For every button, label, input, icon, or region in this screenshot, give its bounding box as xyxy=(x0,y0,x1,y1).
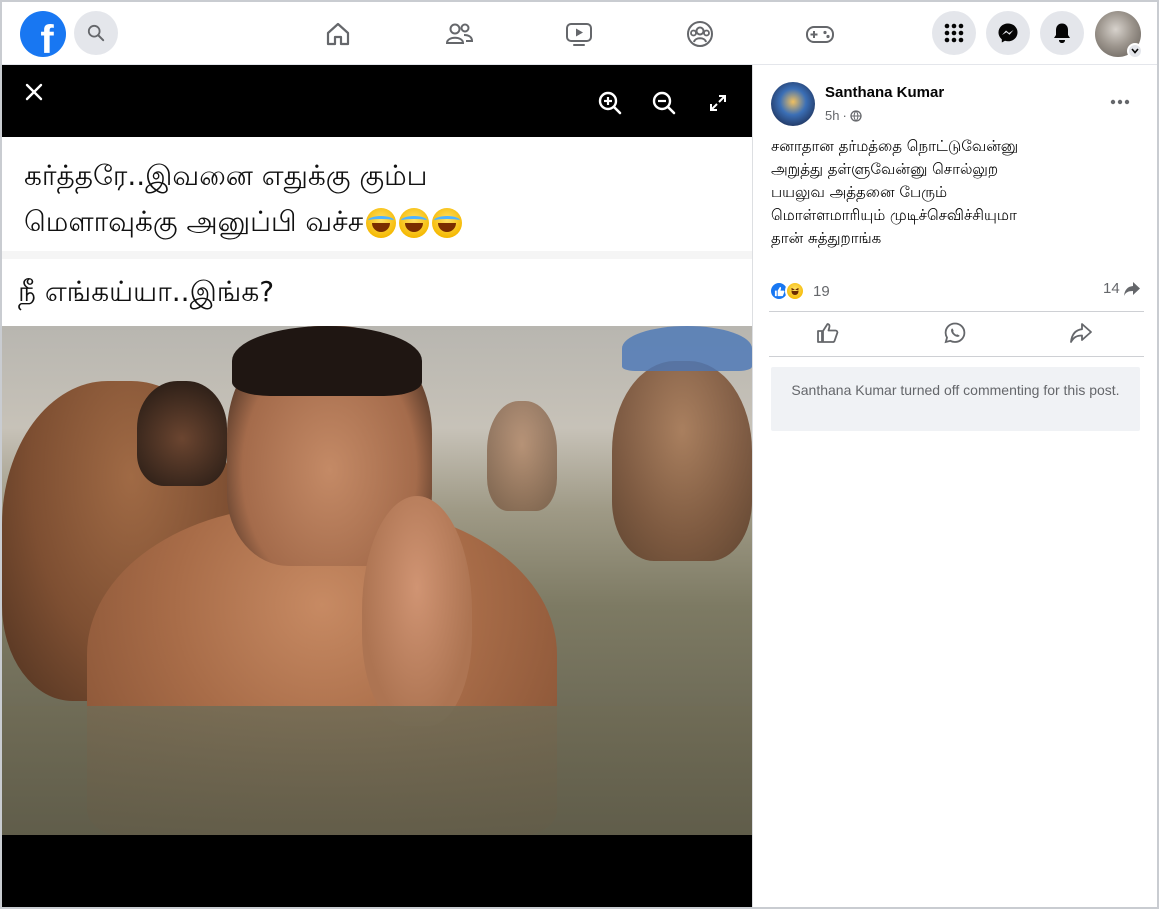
reactions-summary[interactable]: 19 xyxy=(769,279,830,303)
meme-line-3: நீ எங்கய்யா..இங்க? xyxy=(18,275,275,308)
comments-disabled-notice: Santhana Kumar turned off commenting for… xyxy=(771,367,1140,431)
post-panel: Santhana Kumar 5h · சனாதான தர்மத்தை நொட்… xyxy=(752,65,1157,907)
groups-icon xyxy=(687,21,713,47)
menu-grid-icon xyxy=(944,23,964,43)
laughing-crying-emoji-icon xyxy=(399,208,430,238)
nav-friends[interactable] xyxy=(441,16,477,52)
zoom-out-button[interactable] xyxy=(648,87,680,119)
like-button[interactable] xyxy=(808,317,848,349)
more-options-icon xyxy=(1110,99,1130,105)
meme-photo xyxy=(2,326,752,835)
river-water xyxy=(2,706,752,835)
author-avatar[interactable] xyxy=(771,82,815,126)
laughing-crying-emoji-icon xyxy=(366,208,397,238)
menu-button[interactable] xyxy=(932,11,976,55)
more-options-button[interactable] xyxy=(1105,89,1135,115)
meme-image: கர்த்தரே..இவனை எதுக்கு கும்ப மௌாவுக்கு அ… xyxy=(2,137,752,835)
zoom-out-icon xyxy=(652,91,676,115)
nav-watch[interactable] xyxy=(561,16,597,52)
facebook-logo[interactable]: f xyxy=(20,11,66,57)
laughing-crying-emoji-icon xyxy=(432,208,463,238)
meme-divider xyxy=(2,251,752,259)
post-text: சனாதான தர்மத்தை நொட்டுவேன்னு அறுத்து தள்… xyxy=(771,137,1019,247)
whatsapp-icon xyxy=(944,322,966,344)
nav-gaming[interactable] xyxy=(802,16,838,52)
globe-icon xyxy=(850,109,862,122)
watch-icon xyxy=(566,23,592,46)
share-count-link[interactable]: 14 xyxy=(1103,280,1141,297)
home-icon xyxy=(326,22,350,46)
gaming-icon xyxy=(806,26,834,43)
reaction-count: 19 xyxy=(813,282,830,300)
notifications-bell-icon xyxy=(1054,23,1070,43)
meme-line-2: மௌாவுக்கு அனுப்பி வச்ச xyxy=(24,205,364,238)
praying-hands xyxy=(362,496,472,726)
zoom-in-button[interactable] xyxy=(594,87,626,119)
messenger-button[interactable] xyxy=(986,11,1030,55)
notifications-button[interactable] xyxy=(1040,11,1084,55)
like-icon xyxy=(817,323,839,343)
haha-reaction-icon xyxy=(785,281,805,301)
separator-dot: · xyxy=(842,108,847,123)
chevron-down-icon[interactable] xyxy=(1127,43,1143,59)
zoom-in-icon xyxy=(598,91,622,115)
whatsapp-share-button[interactable] xyxy=(935,317,975,349)
author-name[interactable]: Santhana Kumar xyxy=(825,84,944,101)
account-avatar[interactable] xyxy=(1095,11,1143,59)
fullscreen-button[interactable] xyxy=(702,87,734,119)
share-arrow-icon xyxy=(1123,281,1140,296)
close-button[interactable] xyxy=(18,76,50,108)
divider xyxy=(769,311,1144,312)
search-icon xyxy=(87,24,105,42)
nav-home[interactable] xyxy=(320,16,356,52)
friends-icon xyxy=(445,23,474,44)
nav-groups[interactable] xyxy=(682,16,718,52)
divider xyxy=(769,356,1144,357)
close-icon xyxy=(25,83,43,101)
meme-line-1: கர்த்தரே..இவனை எதுக்கு கும்ப xyxy=(24,159,428,192)
facebook-logo-letter: f xyxy=(40,18,54,57)
messenger-icon xyxy=(998,23,1018,43)
meme-caption-top: கர்த்தரே..இவனை எதுக்கு கும்ப மௌாவுக்கு அ… xyxy=(24,153,463,245)
top-navigation-bar: f xyxy=(2,2,1157,65)
search-button[interactable] xyxy=(74,11,118,55)
share-count: 14 xyxy=(1103,280,1120,297)
post-time[interactable]: 5h xyxy=(825,108,839,123)
background-person xyxy=(487,401,557,511)
main-person-hair xyxy=(232,326,422,396)
background-person-head xyxy=(137,381,227,486)
meme-line-2-row: மௌாவுக்கு அனுப்பி வச்ச xyxy=(24,199,463,245)
background-umbrella xyxy=(622,326,752,371)
share-icon xyxy=(1070,323,1092,343)
fullscreen-icon xyxy=(710,95,726,111)
post-timestamp: 5h · xyxy=(825,108,862,123)
share-button[interactable] xyxy=(1061,317,1101,349)
background-person xyxy=(612,361,752,561)
photo-viewer: கர்த்தரே..இவனை எதுக்கு கும்ப மௌாவுக்கு அ… xyxy=(2,65,752,907)
